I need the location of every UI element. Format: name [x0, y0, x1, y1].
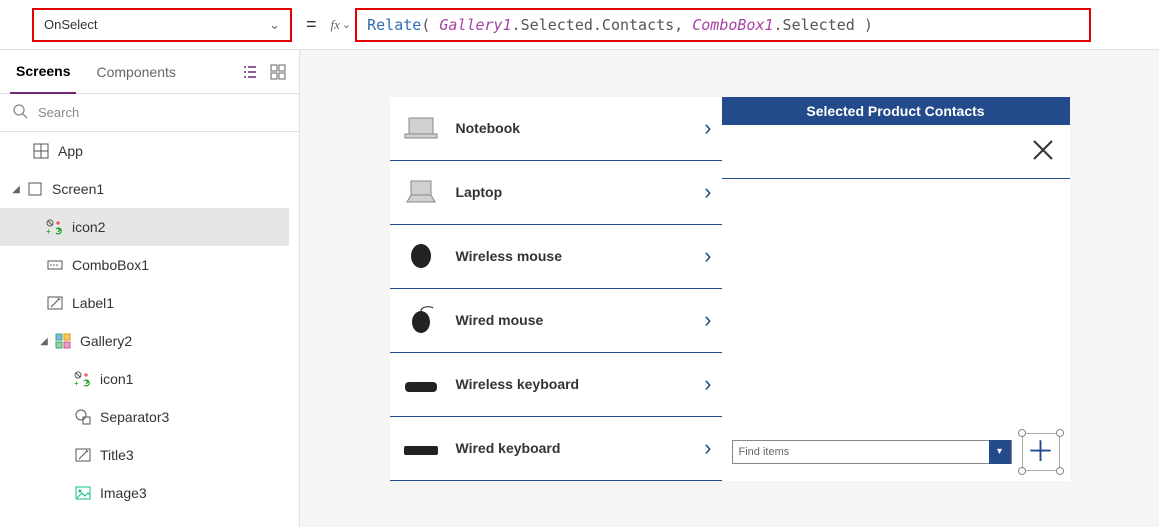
resize-handle[interactable] [1056, 467, 1064, 475]
product-label: Wireless mouse [456, 248, 705, 264]
gallery-item[interactable]: Wired keyboard › [390, 417, 722, 481]
product-image [400, 304, 442, 336]
formula-token-function: Relate [367, 16, 421, 34]
label-icon [72, 447, 94, 463]
tree-node-icon2[interactable]: + icon2 [0, 208, 289, 246]
close-icon[interactable] [1030, 137, 1056, 166]
tree-node-image3[interactable]: Image3 [0, 474, 289, 512]
tree-node-title3[interactable]: Title3 [0, 436, 289, 474]
chevron-right-icon: › [704, 307, 711, 333]
control-icon: + [44, 219, 66, 235]
gallery-item[interactable]: Laptop › [390, 161, 722, 225]
product-image [400, 240, 442, 272]
resize-handle[interactable] [1018, 429, 1026, 437]
app-preview: Notebook › Laptop › Wireless mouse › Wir… [390, 97, 1070, 481]
property-selector[interactable]: OnSelect ⌄ [32, 8, 292, 42]
property-selector-value: OnSelect [44, 17, 97, 32]
product-image [400, 432, 442, 464]
chevron-right-icon: › [704, 243, 711, 269]
tree-node-label1[interactable]: Label1 [0, 284, 289, 322]
list-view-icon[interactable] [239, 61, 261, 83]
screen-icon [24, 181, 46, 197]
chevron-down-icon: ⌄ [342, 18, 351, 31]
gallery-item[interactable]: Wireless keyboard › [390, 353, 722, 417]
product-label: Laptop [456, 184, 705, 200]
gallery-item[interactable]: Notebook › [390, 97, 722, 161]
gallery-item[interactable]: Wireless mouse › [390, 225, 722, 289]
tree-node-combobox1[interactable]: ComboBox1 [0, 246, 289, 284]
formula-token-identifier: ComboBox1 [692, 16, 773, 34]
product-label: Wired keyboard [456, 440, 705, 456]
tree-node-screen1[interactable]: ◢ Screen1 [0, 170, 289, 208]
combobox-icon [44, 257, 66, 273]
chevron-right-icon: › [704, 179, 711, 205]
tab-components[interactable]: Components [90, 50, 181, 94]
combobox-placeholder: Find items [733, 446, 796, 458]
control-icon: + [72, 371, 94, 387]
chevron-right-icon: › [704, 435, 711, 461]
add-icon-selected[interactable]: ＋ [1022, 433, 1060, 471]
tab-screens[interactable]: Screens [10, 50, 76, 94]
tree-node-separator3[interactable]: Separator3 [0, 398, 289, 436]
product-image [400, 176, 442, 208]
product-label: Wired mouse [456, 312, 705, 328]
formula-token-identifier: Gallery1 [439, 16, 511, 34]
separator-icon [72, 409, 94, 425]
plus-icon: ＋ [1026, 438, 1054, 466]
panel-tabs: Screens Components [0, 50, 299, 94]
svg-text:+: + [74, 379, 79, 387]
combobox-find-items[interactable]: Find items ▾ [732, 440, 1012, 464]
tree-node-gallery2[interactable]: ◢ Gallery2 [0, 322, 289, 360]
chevron-down-icon: ▾ [989, 440, 1011, 464]
tree-view-panel: Screens Components Search App ◢ [0, 50, 300, 527]
product-image [400, 112, 442, 144]
svg-text:+: + [46, 227, 51, 235]
label-icon [44, 295, 66, 311]
resize-handle[interactable] [1056, 429, 1064, 437]
chevron-down-icon: ⌄ [269, 17, 280, 33]
search-icon [12, 103, 28, 122]
tree-node-icon1[interactable]: + icon1 [0, 360, 289, 398]
formula-input[interactable]: Relate ( Gallery1 .Selected.Contacts, Co… [355, 8, 1091, 42]
contact-row [722, 125, 1070, 179]
product-label: Notebook [456, 120, 705, 136]
resize-handle[interactable] [1018, 467, 1026, 475]
app-icon [30, 143, 52, 159]
grid-view-icon[interactable] [267, 61, 289, 83]
chevron-right-icon: › [704, 115, 711, 141]
gallery-icon [52, 333, 74, 349]
tree-view: App ◢ Screen1 + icon2 ComboBox1 Label1 ◢ [0, 132, 299, 527]
search-placeholder: Search [38, 105, 79, 120]
caret-down-icon: ◢ [36, 336, 52, 347]
canvas-area[interactable]: Notebook › Laptop › Wireless mouse › Wir… [300, 50, 1159, 527]
main-area: Screens Components Search App ◢ [0, 50, 1159, 527]
product-label: Wireless keyboard [456, 376, 705, 392]
formula-bar: OnSelect ⌄ = fx ⌄ Relate ( Gallery1 .Sel… [0, 0, 1159, 50]
caret-down-icon: ◢ [8, 184, 24, 195]
tree-node-app[interactable]: App [0, 132, 289, 170]
combo-row: Find items ▾ ＋ [732, 433, 1060, 471]
search-input[interactable]: Search [0, 94, 299, 132]
contacts-pane: Selected Product Contacts Find items ▾ ＋ [722, 97, 1070, 481]
gallery-item[interactable]: Wired mouse › [390, 289, 722, 353]
equals-sign: = [306, 14, 317, 35]
contacts-header: Selected Product Contacts [722, 97, 1070, 125]
product-image [400, 368, 442, 400]
fx-label[interactable]: fx ⌄ [331, 17, 352, 33]
chevron-right-icon: › [704, 371, 711, 397]
image-icon [72, 485, 94, 501]
gallery-products[interactable]: Notebook › Laptop › Wireless mouse › Wir… [390, 97, 722, 481]
